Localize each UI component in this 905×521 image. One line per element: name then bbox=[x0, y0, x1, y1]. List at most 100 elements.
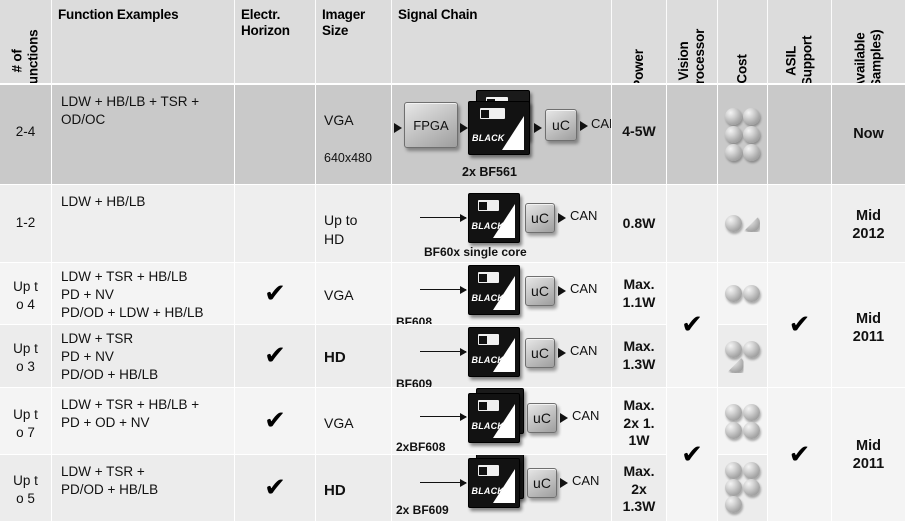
table-row: 1-2 bbox=[0, 185, 52, 263]
signal-chain-diagram: BLACK uC CAN BF608 bbox=[392, 263, 611, 324]
cell-function-examples: LDW + HB/LB bbox=[61, 194, 146, 209]
header-available: Available (Samples) bbox=[832, 0, 905, 85]
cost-spheres bbox=[718, 455, 767, 521]
imager-size-sub: 640x480 bbox=[324, 150, 372, 165]
cost-sphere bbox=[743, 421, 760, 439]
blackfin-brand-label: BLACK bbox=[471, 221, 504, 232]
arrow-head-icon bbox=[580, 121, 588, 131]
uc-label: uC bbox=[533, 475, 551, 491]
check-icon: ✔ bbox=[264, 341, 286, 371]
header-imager-size: Imager Size bbox=[316, 0, 392, 85]
header-power: Power bbox=[612, 0, 667, 85]
cost-sphere-grid bbox=[724, 462, 761, 514]
cost-sphere bbox=[725, 144, 742, 161]
uc-label: uC bbox=[552, 117, 570, 133]
cell-vision-processor-merged: ✔ bbox=[667, 263, 718, 388]
cost-sphere bbox=[742, 341, 760, 358]
table-row: LDW + HB/LB + TSR + OD/OC bbox=[52, 85, 235, 185]
header-vision-processor: Vision Processor bbox=[667, 0, 718, 85]
table-row: LDW + TSR + PD/OD + HB/LB bbox=[52, 455, 235, 521]
cell-num-functions: Up t o 4 bbox=[13, 279, 38, 313]
cell-electr-horizon: ✔ bbox=[235, 388, 316, 455]
cell-vision-processor-merged: ✔ bbox=[667, 388, 718, 521]
cell-cost bbox=[718, 185, 768, 263]
cost-sphere bbox=[725, 215, 742, 232]
cost-spheres bbox=[718, 388, 767, 454]
check-icon: ✔ bbox=[681, 439, 703, 470]
uc-block: uC bbox=[527, 403, 557, 433]
cell-asil-support-merged: ✔ bbox=[768, 263, 832, 388]
blackfin-chip-front: BLACK bbox=[468, 393, 520, 443]
cell-power: Max. 1.3W bbox=[612, 325, 667, 388]
uc-block: uC bbox=[545, 109, 577, 141]
uc-label: uC bbox=[533, 410, 551, 426]
header-num-functions-label: # of Functions bbox=[9, 29, 41, 85]
imager-size-values: VGA 640x480 bbox=[324, 268, 372, 324]
cell-electr-horizon: ✔ bbox=[235, 455, 316, 521]
check-icon: ✔ bbox=[788, 439, 811, 470]
arrow-head-icon bbox=[558, 286, 566, 296]
imager-size-main: HD bbox=[324, 349, 346, 367]
cost-sphere bbox=[743, 403, 760, 421]
arrow-head-icon bbox=[534, 123, 542, 133]
power-value: 0.8W bbox=[622, 215, 656, 231]
can-label: CAN bbox=[572, 473, 600, 488]
cell-imager-size: HD 1280x960 bbox=[316, 325, 392, 388]
cell-signal-chain: BLACK uC CAN 2x BF609 bbox=[392, 455, 612, 521]
header-num-functions: # of Functions bbox=[0, 0, 52, 85]
cost-sphere bbox=[724, 479, 742, 496]
fpga-block: FPGA bbox=[404, 102, 458, 148]
cell-num-functions: 2-4 bbox=[15, 124, 36, 139]
table-row: LDW + TSR PD + NV PD/OD + HB/LB bbox=[52, 325, 235, 388]
cell-cost bbox=[718, 455, 768, 521]
blackfin-brand-label: BLACK bbox=[471, 421, 504, 432]
available-value: Mid 2011 bbox=[852, 311, 885, 346]
input-arrow-icon bbox=[420, 479, 467, 487]
check-icon: ✔ bbox=[264, 278, 286, 309]
cost-sphere-half bbox=[743, 215, 760, 232]
cell-cost bbox=[718, 85, 768, 185]
chain-caption: 2x BF609 bbox=[396, 503, 449, 517]
cost-sphere-grid bbox=[725, 215, 760, 232]
cell-electr-horizon bbox=[235, 185, 316, 263]
signal-chain-diagram: FPGA BLACK uC CAN 2x BF561 bbox=[392, 85, 611, 184]
cost-sphere bbox=[743, 285, 760, 302]
arrow-head-icon bbox=[560, 413, 568, 423]
can-label: CAN bbox=[570, 208, 598, 223]
blackfin-brand-label: BLACK bbox=[471, 293, 504, 304]
check-icon: ✔ bbox=[681, 310, 703, 340]
header-electr-horizon-label: Electr. Horizon bbox=[241, 7, 290, 38]
cost-sphere-grid bbox=[725, 108, 760, 161]
check-icon: ✔ bbox=[264, 406, 286, 436]
chain-caption: BF609 bbox=[396, 377, 433, 388]
arrow-head-icon bbox=[560, 478, 568, 488]
cell-cost bbox=[718, 325, 768, 388]
cell-num-functions: Up t o 7 bbox=[13, 407, 38, 441]
cost-sphere bbox=[743, 144, 760, 161]
cell-signal-chain: BLACK uC CAN BF609 bbox=[392, 325, 612, 388]
can-label: CAN bbox=[570, 281, 598, 296]
uc-block: uC bbox=[527, 468, 557, 498]
cell-imager-size: VGA 640x480 bbox=[316, 263, 392, 325]
header-cost: Cost bbox=[718, 0, 768, 85]
cell-asil-support bbox=[768, 185, 832, 263]
cell-signal-chain: FPGA BLACK uC CAN 2x BF561 bbox=[392, 85, 612, 185]
cell-signal-chain: BLACK uC CAN BF608 bbox=[392, 263, 612, 325]
header-available-label: Available (Samples) bbox=[852, 29, 884, 85]
cost-sphere bbox=[725, 126, 742, 143]
input-arrow-icon bbox=[420, 214, 467, 222]
header-function-examples: Function Examples bbox=[52, 0, 235, 85]
table-row: LDW + TSR + HB/LB + PD + OD + NV bbox=[52, 388, 235, 455]
table-row: Up t o 3 bbox=[0, 325, 52, 388]
chain-caption: BF608 bbox=[396, 315, 433, 325]
table-row: Up t o 5 bbox=[0, 455, 52, 521]
header-signal-chain-label: Signal Chain bbox=[398, 7, 478, 22]
uc-label: uC bbox=[531, 210, 549, 226]
cell-available-merged: Mid 2011 bbox=[832, 263, 905, 388]
header-signal-chain: Signal Chain bbox=[392, 0, 612, 85]
available-value: Mid 2012 bbox=[852, 208, 885, 243]
imager-size-main: Up to HD bbox=[324, 212, 358, 248]
can-label: CAN bbox=[591, 116, 611, 131]
imager-size-main: VGA bbox=[324, 415, 354, 432]
cost-sphere-grid bbox=[725, 403, 760, 439]
